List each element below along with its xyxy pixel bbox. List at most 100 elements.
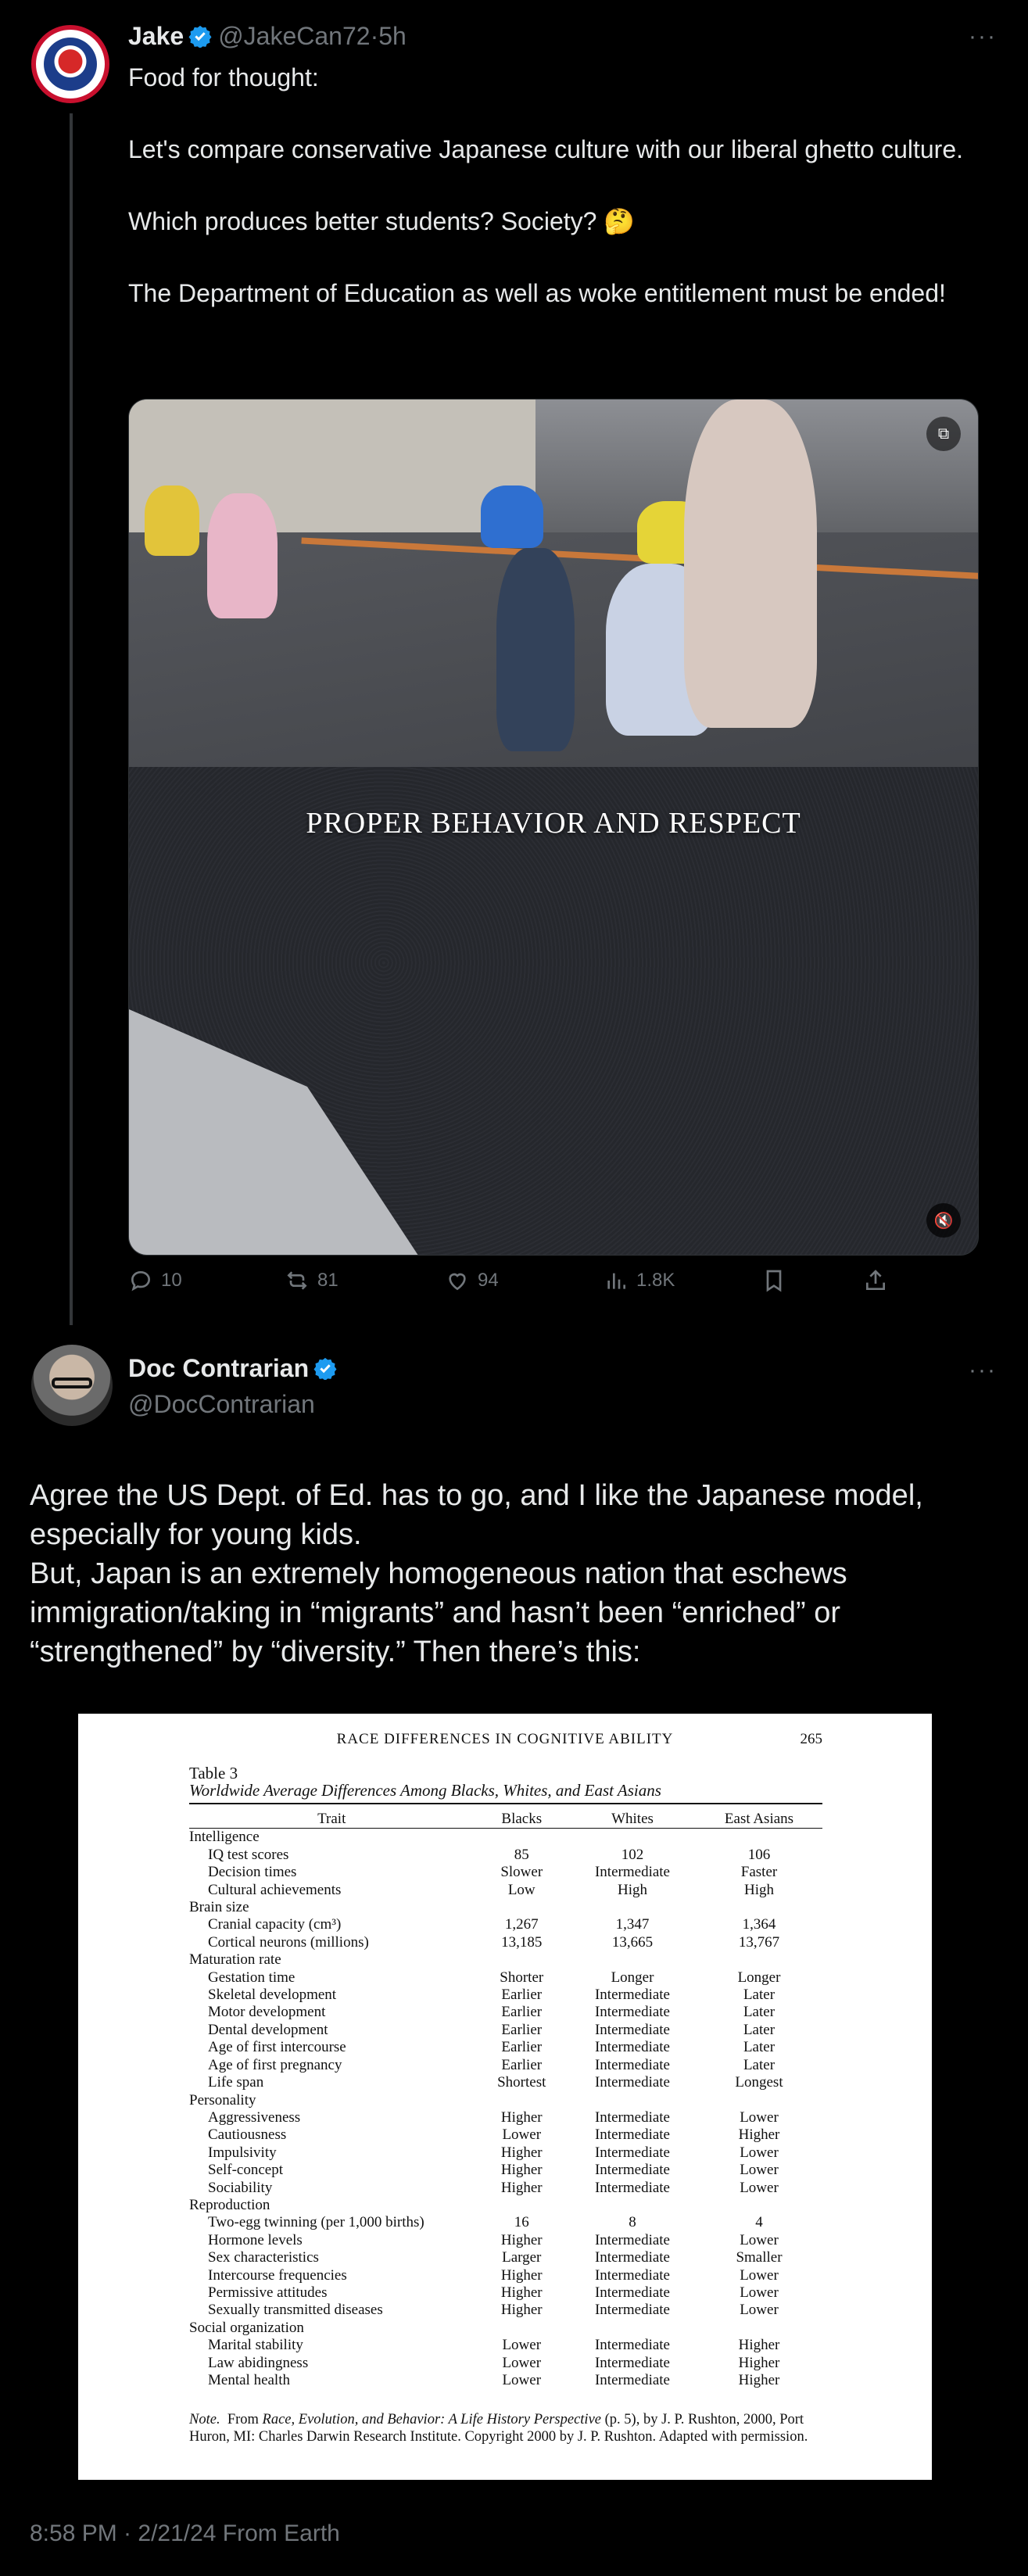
mute-icon[interactable]: 🔇 — [926, 1203, 961, 1238]
blacks-cell: Higher — [500, 2284, 543, 2301]
east-asians-cell — [696, 1829, 822, 1847]
east-asians-cell: Lower — [740, 2302, 779, 2319]
whites-cell — [569, 2092, 696, 2109]
avatar[interactable] — [31, 25, 109, 103]
video-player[interactable]: PROPER BEHAVIOR AND RESPECT ⧉ 🔇 — [128, 399, 979, 1256]
views-button[interactable]: 1.8K — [604, 1268, 675, 1293]
repost-button[interactable]: 81 — [285, 1268, 338, 1293]
blacks-cell: Lower — [502, 2372, 542, 2388]
blacks-cell: Shorter — [500, 1969, 544, 1986]
table-row: Age of first intercourse Earlier Intermedi… — [189, 2039, 822, 2056]
east-asians-cell — [696, 2320, 822, 2337]
east-asians-cell: Higher — [738, 2126, 780, 2144]
whites-cell: Intermediate — [594, 1987, 670, 2004]
trait-cell: Reproduction — [189, 2196, 270, 2213]
east-asians-cell: Later — [743, 2039, 775, 2056]
east-asians-cell: High — [744, 1881, 774, 1898]
table-row: Permissive attitudes Higher Intermediate Lo… — [189, 2284, 822, 2302]
trait-cell: Motor development — [208, 2004, 326, 2021]
table-section-row: Maturation rate — [189, 1951, 822, 1969]
blacks-cell: Higher — [500, 2144, 543, 2161]
whites-cell: 8 — [629, 2214, 636, 2231]
whites-cell: Intermediate — [594, 2337, 670, 2354]
whites-cell: Intermediate — [594, 2039, 670, 2056]
trait-cell: Age of first intercourse — [208, 2039, 346, 2056]
post-timestamp[interactable]: 8:58 PM · 2/21/24 From Earth — [30, 2520, 340, 2547]
east-asians-cell: Higher — [738, 2354, 780, 2371]
trait-cell: Personality — [189, 2091, 256, 2108]
trait-cell: Impulsivity — [208, 2144, 277, 2161]
display-name[interactable]: Jake — [128, 22, 184, 50]
table-header-row: Trait Blacks Whites East Asians — [189, 1811, 822, 1829]
handle[interactable]: @DocContrarian — [128, 1390, 315, 1419]
table-row: Hormone levels Higher Intermediate Lower — [189, 2232, 822, 2249]
trait-cell: Sexually transmitted diseases — [208, 2302, 383, 2319]
pip-icon[interactable]: ⧉ — [926, 417, 961, 451]
blacks-cell: Larger — [502, 2249, 542, 2266]
east-asians-cell: Lower — [740, 2179, 779, 2196]
blacks-cell: 13,185 — [501, 1933, 543, 1951]
blacks-cell: Shortest — [497, 2074, 546, 2091]
verified-badge-icon — [313, 1357, 337, 1380]
trait-cell: Cranial capacity (cm³) — [208, 1916, 342, 1933]
tweet-actions: 10 81 94 1.8K — [128, 1268, 910, 1302]
more-icon[interactable]: ··· — [969, 23, 997, 50]
like-button[interactable]: 94 — [445, 1268, 499, 1293]
trait-cell: Intercourse frequencies — [208, 2266, 347, 2284]
trait-cell: Aggressiveness — [208, 2108, 301, 2126]
table-row: Mental health Lower Intermediate Higher — [189, 2372, 822, 2389]
table-row: Cranial capacity (cm³) 1,267 1,347 1,364 — [189, 1916, 822, 1933]
handle[interactable]: @JakeCan72 — [218, 22, 370, 50]
east-asians-cell: Later — [743, 2056, 775, 2073]
whites-cell: 13,665 — [611, 1933, 654, 1951]
repost-icon — [287, 1271, 307, 1290]
blacks-cell: Lower — [502, 2126, 542, 2144]
trait-cell: Sex characteristics — [208, 2249, 319, 2266]
note-label: Note. — [189, 2412, 220, 2427]
table-row: Impulsivity Higher Intermediate Lower — [189, 2144, 822, 2162]
whites-cell: Intermediate — [594, 2249, 670, 2266]
trait-cell: Dental development — [208, 2021, 328, 2038]
time-separator: · — [370, 22, 379, 50]
display-name[interactable]: Doc Contrarian — [128, 1354, 309, 1382]
whites-cell: Intermediate — [594, 2074, 670, 2091]
trait-cell: Mental health — [208, 2372, 290, 2388]
blacks-cell: Earlier — [501, 2039, 543, 2056]
data-table: Trait Blacks Whites East Asians Intellig… — [189, 1811, 822, 2389]
blacks-cell: Higher — [500, 2302, 543, 2319]
table-row: Sex characteristics Larger Intermediate Sma… — [189, 2249, 822, 2266]
table-row: Life span Shortest Intermediate Longest — [189, 2074, 822, 2091]
whites-cell: 1,347 — [615, 1916, 650, 1933]
east-asians-cell — [696, 2197, 822, 2214]
timestamp[interactable]: 5h — [378, 22, 407, 50]
bookmark-button[interactable] — [761, 1268, 794, 1293]
table-section-row: Social organization — [189, 2320, 822, 2337]
east-asians-cell — [696, 2092, 822, 2109]
whites-cell: Intermediate — [594, 2126, 670, 2144]
whites-cell: Intermediate — [594, 2162, 670, 2179]
east-asians-cell: 106 — [747, 1846, 771, 1863]
attached-image[interactable]: RACE DIFFERENCES IN COGNITIVE ABILITY 26… — [78, 1714, 932, 2480]
note-pre: From — [227, 2412, 263, 2427]
table-row: Skeletal development Earlier Intermediate L… — [189, 1987, 822, 2004]
blacks-cell: 85 — [514, 1846, 529, 1863]
whites-cell: Intermediate — [594, 2302, 670, 2319]
east-asians-cell: Lower — [740, 2162, 779, 2179]
east-asians-cell: Faster — [740, 1864, 778, 1881]
column-header: Whites — [569, 1811, 696, 1829]
image-page-number: 265 — [800, 1731, 823, 1747]
more-icon[interactable]: ··· — [969, 1357, 997, 1384]
avatar[interactable] — [31, 1345, 113, 1426]
table-row: IQ test scores 85 102 106 — [189, 1847, 822, 1864]
trait-cell: Maturation rate — [189, 1951, 281, 1969]
trait-cell: Permissive attitudes — [208, 2284, 328, 2301]
east-asians-cell: Longer — [737, 1969, 781, 1986]
trait-cell: Cortical neurons (millions) — [208, 1933, 369, 1951]
share-button[interactable] — [863, 1268, 896, 1293]
reply-button[interactable]: 10 — [128, 1268, 182, 1293]
whites-cell: 102 — [621, 1846, 644, 1863]
reply-count: 10 — [161, 1270, 182, 1291]
east-asians-cell: Lower — [740, 2231, 779, 2248]
table-rule — [189, 1803, 822, 1804]
whites-cell: Intermediate — [594, 2266, 670, 2284]
